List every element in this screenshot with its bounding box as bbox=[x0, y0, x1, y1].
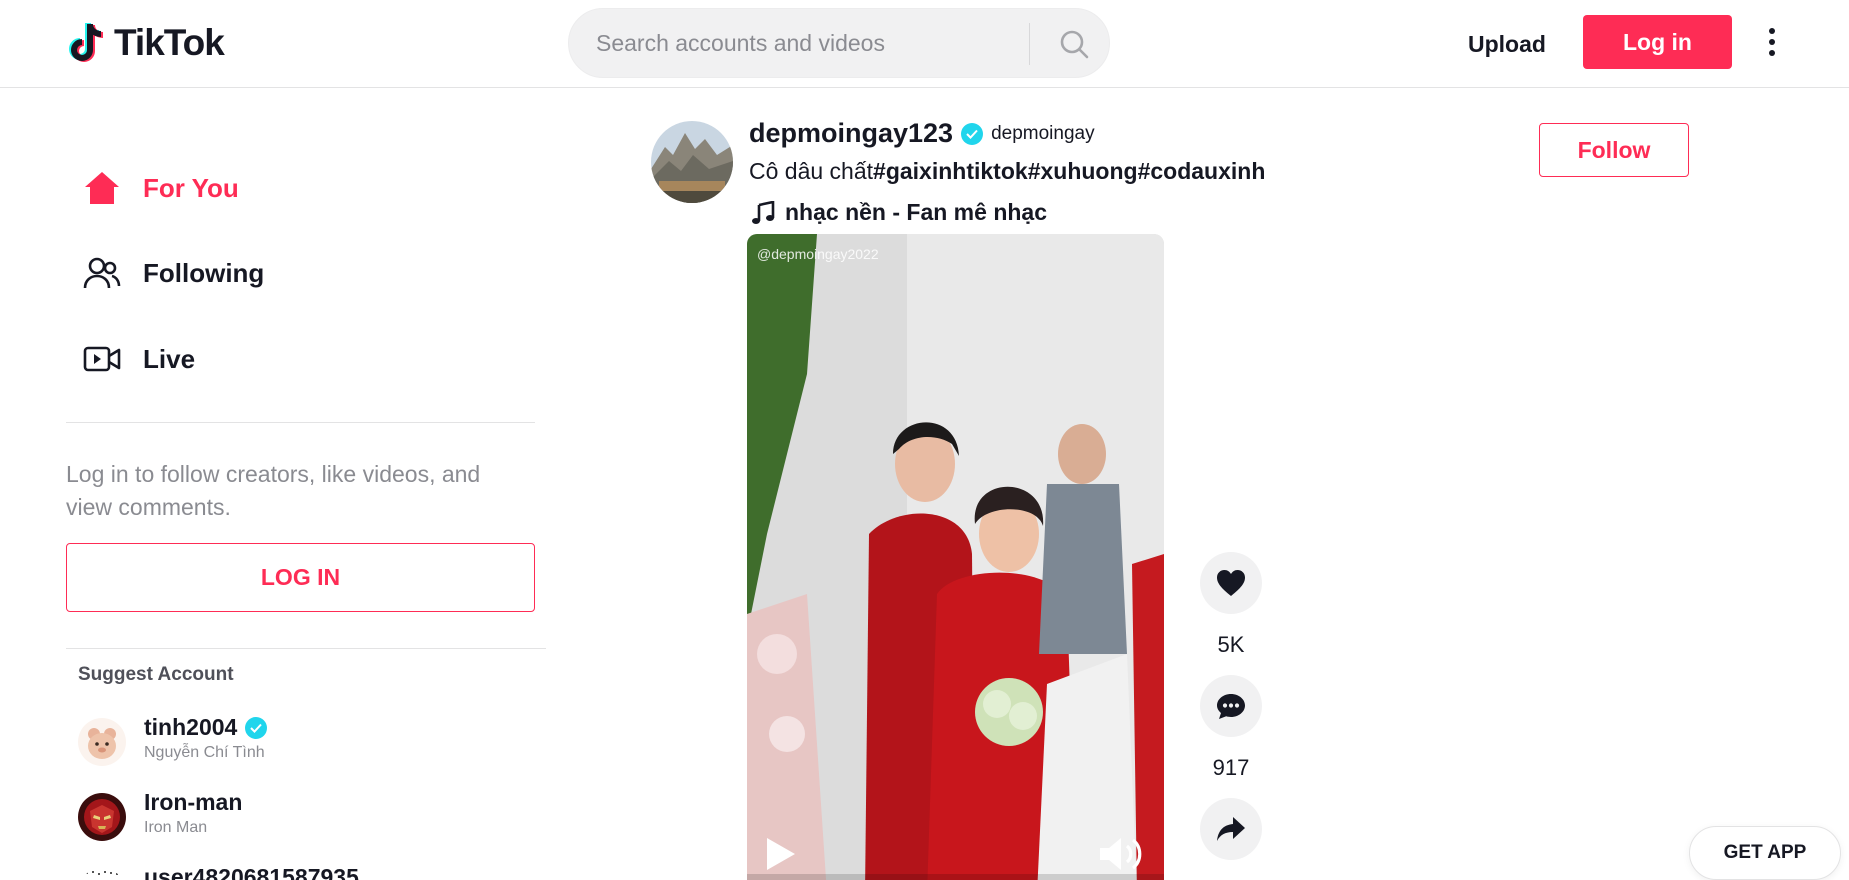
verified-badge-icon bbox=[245, 716, 268, 739]
suggest-account-title: Suggest Account bbox=[78, 664, 234, 685]
search-input[interactable] bbox=[569, 9, 1029, 77]
nav-following[interactable]: Following bbox=[82, 248, 264, 298]
post-username: depmoingay123 bbox=[749, 118, 954, 148]
music-link[interactable]: nhạc nền - Fan mê nhạc bbox=[751, 199, 1047, 226]
nav-label: For You bbox=[143, 172, 239, 203]
home-icon bbox=[82, 168, 122, 208]
verified-badge-icon bbox=[961, 122, 984, 145]
comment-icon bbox=[1217, 694, 1245, 719]
share-icon bbox=[1217, 817, 1245, 841]
play-icon[interactable] bbox=[759, 834, 799, 879]
account-username-row: user4820681587935 bbox=[144, 864, 359, 880]
top-header: TikTok Upload Log in bbox=[0, 0, 1849, 88]
account-username-row: tinh2004 bbox=[144, 714, 268, 741]
dot bbox=[1769, 28, 1775, 34]
follow-button[interactable]: Follow bbox=[1539, 123, 1689, 177]
avatar bbox=[78, 868, 126, 880]
upload-link[interactable]: Upload bbox=[1468, 24, 1546, 64]
nav-for-you[interactable]: For You bbox=[82, 163, 239, 213]
post-caption: Cô dâu chất#gaixinhtiktok#xuhuong#codaux… bbox=[749, 158, 1265, 185]
live-camera-icon bbox=[82, 339, 122, 379]
nav-label: Live bbox=[143, 343, 196, 374]
logo-wordmark: TikTok bbox=[114, 22, 225, 63]
post-author[interactable]: depmoingay123 depmoingay bbox=[749, 118, 1095, 149]
avatar bbox=[78, 793, 126, 841]
tiktok-note-icon bbox=[68, 20, 108, 66]
account-username: tinh2004 bbox=[144, 714, 238, 740]
like-count: 5K bbox=[1217, 632, 1245, 657]
hashtag-link[interactable]: #gaixinhtiktok bbox=[873, 158, 1028, 184]
suggested-account[interactable]: Iron-man Iron Man bbox=[78, 789, 498, 843]
hashtag-link[interactable]: #xuhuong bbox=[1028, 158, 1138, 184]
caption-text: Cô dâu chất bbox=[749, 158, 874, 184]
post-nickname: depmoingay bbox=[991, 122, 1095, 144]
post-author-avatar[interactable] bbox=[651, 121, 733, 203]
more-options-icon[interactable] bbox=[1758, 22, 1786, 62]
tiktok-logo[interactable]: TikTok bbox=[68, 20, 225, 66]
nav-live[interactable]: Live bbox=[82, 334, 195, 384]
search-divider bbox=[1029, 23, 1030, 65]
hashtag-link[interactable]: #codauxinh bbox=[1138, 158, 1266, 184]
dot bbox=[1769, 50, 1775, 56]
sidebar-login-button[interactable]: LOG IN bbox=[66, 543, 535, 612]
music-title: nhạc nền - Fan mê nhạc bbox=[785, 199, 1047, 225]
video-watermark: @depmoingay2022 bbox=[757, 246, 879, 262]
video-frame bbox=[747, 234, 1164, 880]
get-app-button[interactable]: GET APP bbox=[1689, 826, 1841, 880]
users-icon bbox=[82, 253, 122, 293]
sidebar-divider bbox=[66, 422, 535, 423]
like-button[interactable] bbox=[1200, 552, 1262, 614]
suggested-account[interactable]: tinh2004 Nguyễn Chí Tình bbox=[78, 714, 498, 768]
search-button[interactable] bbox=[1039, 9, 1109, 79]
volume-icon[interactable] bbox=[1097, 834, 1149, 879]
avatar bbox=[78, 718, 126, 766]
search-bar bbox=[568, 8, 1110, 78]
share-button[interactable] bbox=[1200, 798, 1262, 860]
sidebar-divider bbox=[66, 648, 546, 649]
account-username-row: Iron-man bbox=[144, 789, 242, 816]
video-player[interactable]: @depmoingay2022 bbox=[747, 234, 1164, 880]
comment-button[interactable] bbox=[1200, 675, 1262, 737]
dot bbox=[1769, 39, 1775, 45]
heart-icon bbox=[1217, 570, 1245, 596]
suggested-account[interactable]: user4820681587935 bbox=[78, 864, 498, 880]
comment-count: 917 bbox=[1212, 755, 1250, 780]
nav-label: Following bbox=[143, 257, 265, 288]
music-note-icon bbox=[752, 200, 775, 224]
search-icon bbox=[1060, 30, 1089, 59]
account-display-name: Iron Man bbox=[144, 819, 208, 836]
login-prompt-text: Log in to follow creators, like videos, … bbox=[66, 461, 481, 520]
account-username: user4820681587935 bbox=[144, 864, 359, 880]
header-login-button[interactable]: Log in bbox=[1583, 15, 1732, 69]
account-display-name: Nguyễn Chí Tình bbox=[144, 744, 265, 761]
account-username: Iron-man bbox=[144, 789, 243, 815]
